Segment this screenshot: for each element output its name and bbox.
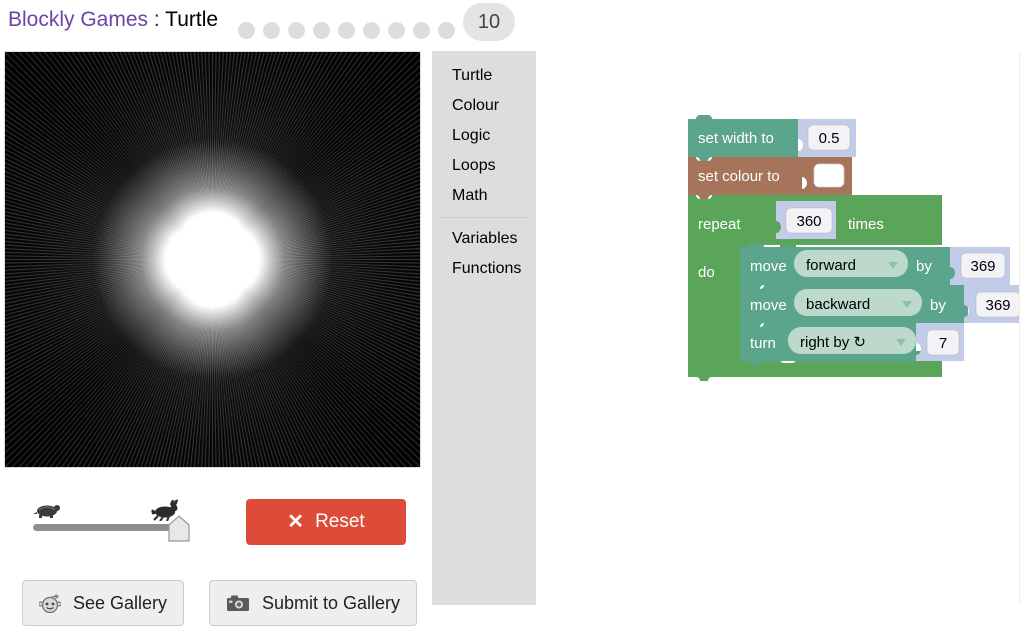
block-repeat-value: 360	[796, 213, 821, 230]
block-set-width[interactable]: set width to 0.5	[688, 115, 856, 161]
blockly-toolbox: Turtle Colour Logic Loops Math Variables…	[432, 51, 536, 605]
speed-slider[interactable]	[22, 495, 202, 547]
level-dot-6[interactable]	[363, 21, 380, 39]
block-turn-right-value: 7	[939, 335, 947, 352]
current-game-name: Turtle	[165, 8, 219, 31]
toolbox-category-turtle[interactable]: Turtle	[432, 61, 536, 91]
level-dot-7[interactable]	[388, 21, 405, 39]
block-set-colour[interactable]: set colour to	[688, 157, 852, 199]
blockly-workspace[interactable]: set width to 0.5 set colour to repeat 36…	[536, 51, 1019, 605]
level-selector: 10	[238, 3, 515, 41]
blockly-games-turtle-app: Blockly Games : Turtle 10 ✕ Reset See Ga…	[0, 0, 1024, 629]
block-stack: set width to 0.5 set colour to repeat 36…	[688, 115, 1020, 381]
title-separator: :	[148, 8, 166, 31]
block-move-backward-verb: move	[750, 297, 787, 314]
see-gallery-label: See Gallery	[73, 592, 168, 613]
level-dot-3[interactable]	[288, 21, 305, 39]
block-repeat-label: repeat	[698, 216, 741, 233]
see-gallery-button[interactable]: See Gallery	[22, 580, 185, 626]
block-move-backward[interactable]: move backward by 369	[740, 285, 1020, 327]
block-move-backward-value: 369	[985, 297, 1010, 314]
block-repeat-do-label: do	[698, 264, 715, 281]
toolbox-category-logic[interactable]: Logic	[432, 121, 536, 151]
reset-button-label: Reset	[315, 511, 365, 532]
toolbox-category-variables[interactable]: Variables	[432, 224, 536, 254]
block-set-width-value: 0.5	[819, 130, 840, 147]
blockly-editor: Turtle Colour Logic Loops Math Variables…	[432, 51, 1020, 605]
toolbox-separator	[438, 217, 530, 218]
block-move-forward-verb: move	[750, 258, 787, 275]
turtle-icon	[33, 505, 60, 518]
level-dot-2[interactable]	[263, 21, 280, 39]
level-dot-9[interactable]	[438, 21, 455, 39]
block-move-forward-dropdown-label: forward	[806, 257, 856, 274]
block-turn-right-verb: turn	[750, 335, 776, 352]
page-header: Blockly Games : Turtle 10	[0, 0, 1024, 44]
toolbox-category-functions[interactable]: Functions	[432, 254, 536, 284]
block-colour-swatch[interactable]	[813, 163, 845, 188]
blockly-games-home-link[interactable]: Blockly Games	[8, 8, 148, 31]
block-move-forward-value: 369	[970, 258, 995, 275]
toolbox-category-loops[interactable]: Loops	[432, 151, 536, 181]
level-dot-1[interactable]	[238, 21, 255, 39]
block-turn-right-dropdown-label: right by ↻	[800, 334, 866, 351]
level-current-10: 10	[463, 3, 515, 41]
submit-to-gallery-button[interactable]: Submit to Gallery	[209, 580, 418, 626]
block-move-backward-dropdown-label: backward	[806, 296, 870, 313]
block-set-colour-label: set colour to	[698, 168, 780, 185]
toolbox-category-colour[interactable]: Colour	[432, 91, 536, 121]
reset-button[interactable]: ✕ Reset	[246, 499, 406, 545]
block-move-forward[interactable]: move forward by 369	[740, 243, 1010, 289]
block-turn-right[interactable]: turn right by ↻ 7	[740, 323, 964, 365]
block-move-backward-connector: by	[930, 297, 946, 314]
reddit-icon	[39, 593, 61, 613]
camera-icon	[226, 594, 250, 613]
submit-to-gallery-label: Submit to Gallery	[262, 592, 401, 613]
level-dot-8[interactable]	[413, 21, 430, 39]
toolbox-category-math[interactable]: Math	[432, 181, 536, 211]
block-set-width-label: set width to	[698, 130, 774, 147]
close-x-icon: ✕	[287, 511, 305, 533]
level-dot-4[interactable]	[313, 21, 330, 39]
speed-slider-track[interactable]	[33, 524, 173, 531]
speed-slider-thumb[interactable]	[167, 515, 191, 543]
turtle-drawing-canvas	[5, 52, 420, 467]
block-move-forward-connector: by	[916, 258, 932, 275]
block-repeat-suffix: times	[848, 216, 884, 233]
page-title: Blockly Games : Turtle	[8, 6, 218, 34]
turtle-visualization	[4, 51, 421, 468]
level-dot-5[interactable]	[338, 21, 355, 39]
